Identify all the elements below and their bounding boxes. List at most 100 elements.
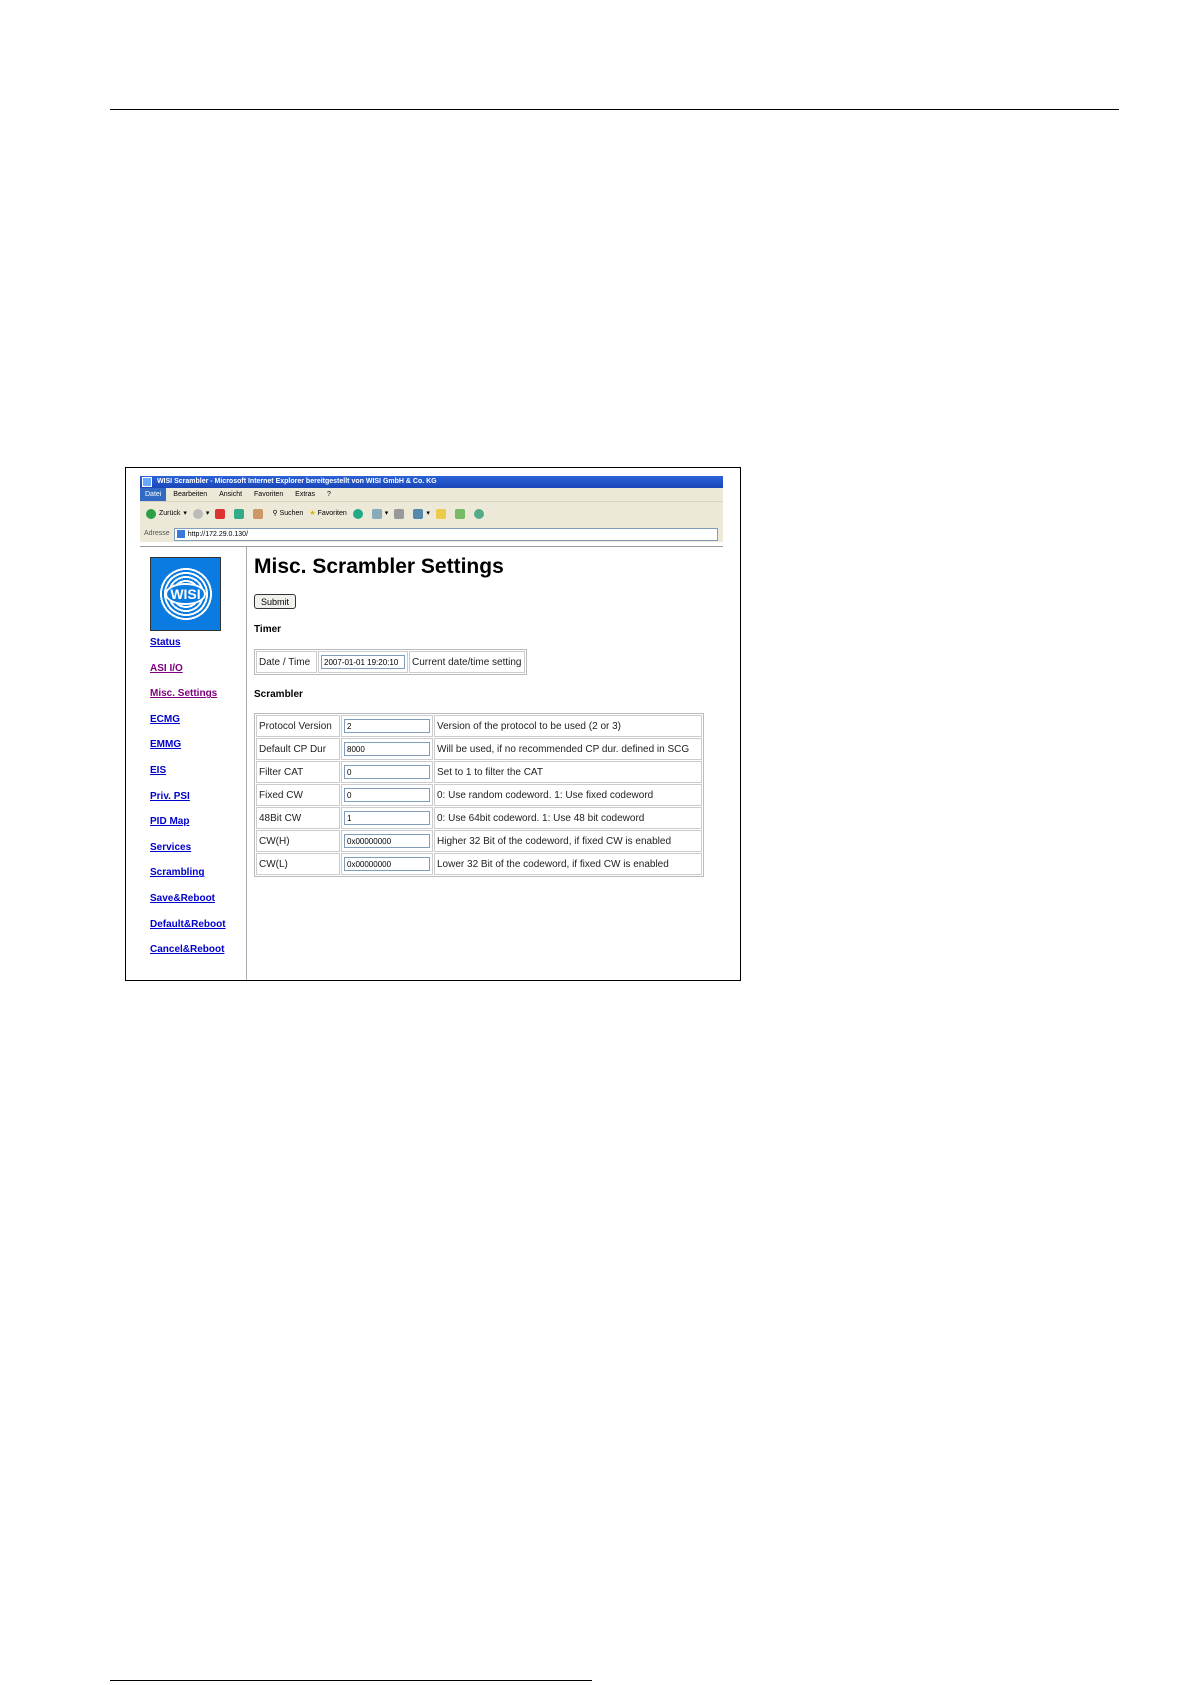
favorites-label: Favoriten <box>317 510 347 517</box>
media-button[interactable] <box>352 506 366 522</box>
48bit-cw-input[interactable] <box>344 811 430 825</box>
submit-button[interactable]: Submit <box>254 594 297 609</box>
print-button[interactable] <box>394 506 407 522</box>
sidebar-item-scrambling[interactable]: Scrambling <box>150 867 204 878</box>
setting-description: Higher 32 Bit of the codeword, if fixed … <box>434 830 702 852</box>
sidebar-item-pid-map[interactable]: PID Map <box>150 816 189 827</box>
scrambler-heading: Scrambler <box>254 689 303 700</box>
history-button[interactable]: ▾ <box>371 506 388 522</box>
menu-item-datei[interactable]: Datei <box>140 488 167 501</box>
stop-icon <box>215 509 226 519</box>
sidebar-item-services[interactable]: Services <box>150 842 191 853</box>
filter-cat-input[interactable] <box>344 765 430 779</box>
setting-label: CW(H) <box>256 830 340 852</box>
table-row: Fixed CW 0: Use random codeword. 1: Use … <box>256 784 702 806</box>
table-row: 48Bit CW 0: Use 64bit codeword. 1: Use 4… <box>256 807 702 829</box>
setting-label: Protocol Version <box>256 715 340 737</box>
sidebar-item-cancel-reboot[interactable]: Cancel&Reboot <box>150 944 224 955</box>
page-bottom-rule <box>110 1680 592 1681</box>
cw-low-input[interactable] <box>344 857 430 871</box>
forward-button[interactable]: ▾ <box>192 506 209 522</box>
star-icon: ★ <box>309 510 316 517</box>
address-url: http://172.29.0.130/ <box>187 530 249 538</box>
menu-item-extras[interactable]: Extras <box>290 488 320 501</box>
sidebar-item-emmg[interactable]: EMMG <box>150 739 181 750</box>
search-button[interactable]: ⚲ Suchen <box>272 506 303 522</box>
sidebar-item-status[interactable]: Status <box>150 637 181 648</box>
research-icon <box>454 509 465 519</box>
discuss-button[interactable] <box>435 506 449 522</box>
timer-label: Date / Time <box>256 651 317 673</box>
back-arrow-icon <box>146 509 156 519</box>
timer-heading: Timer <box>254 624 282 635</box>
address-input[interactable]: http://172.29.0.130/ <box>173 527 718 541</box>
setting-label: Default CP Dur <box>256 738 340 760</box>
note-icon <box>435 509 446 519</box>
page-title: Misc. Scrambler Settings <box>254 555 504 578</box>
print-icon <box>394 509 405 519</box>
window-titlebar: WISI Scrambler - Microsoft Internet Expl… <box>140 476 723 488</box>
address-bar: Adresse http://172.29.0.130/ <box>140 526 723 542</box>
protocol-version-input[interactable] <box>344 719 430 733</box>
menu-item-help[interactable]: ? <box>322 488 336 501</box>
timer-value-cell <box>318 651 408 673</box>
date-time-input[interactable] <box>321 655 405 669</box>
browser-screenshot: WISI Scrambler - Microsoft Internet Expl… <box>125 467 741 981</box>
sidebar-item-eis[interactable]: EIS <box>150 765 166 776</box>
search-label: Suchen <box>279 510 304 517</box>
messenger-icon <box>473 509 484 519</box>
cw-high-input[interactable] <box>344 834 430 848</box>
default-cp-dur-input[interactable] <box>344 742 430 756</box>
page-top-rule <box>110 109 1119 110</box>
stop-button[interactable] <box>215 506 228 522</box>
table-row: Default CP Dur Will be used, if no recom… <box>256 738 702 760</box>
forward-arrow-icon <box>192 509 203 519</box>
page-icon <box>176 530 185 538</box>
table-row: Filter CAT Set to 1 to filter the CAT <box>256 761 702 783</box>
internet-explorer-icon <box>142 477 152 487</box>
fixed-cw-input[interactable] <box>344 788 430 802</box>
timer-table: Date / Time Current date/time setting <box>254 649 527 675</box>
scrambler-table: Protocol Version Version of the protocol… <box>254 713 704 877</box>
messenger-button[interactable] <box>473 506 487 522</box>
research-button[interactable] <box>454 506 468 522</box>
wisi-logo: WISI <box>150 557 221 631</box>
table-row: Protocol Version Version of the protocol… <box>256 715 702 737</box>
setting-description: Set to 1 to filter the CAT <box>434 761 702 783</box>
table-row: Date / Time Current date/time setting <box>256 651 525 673</box>
menu-item-ansicht[interactable]: Ansicht <box>214 488 247 501</box>
table-row: CW(L) Lower 32 Bit of the codeword, if f… <box>256 853 702 875</box>
table-row: CW(H) Higher 32 Bit of the codeword, if … <box>256 830 702 852</box>
menu-item-favoriten[interactable]: Favoriten <box>249 488 288 501</box>
history-icon <box>371 509 382 519</box>
setting-description: Lower 32 Bit of the codeword, if fixed C… <box>434 853 702 875</box>
home-button[interactable] <box>253 506 266 522</box>
setting-label: Fixed CW <box>256 784 340 806</box>
setting-label: CW(L) <box>256 853 340 875</box>
refresh-button[interactable] <box>234 506 247 522</box>
setting-label: 48Bit CW <box>256 807 340 829</box>
sidebar-item-priv-psi[interactable]: Priv. PSI <box>150 791 190 802</box>
sidebar-item-default-reboot[interactable]: Default&Reboot <box>150 919 226 930</box>
chevron-down-icon: ▾ <box>384 510 389 517</box>
logo-text: WISI <box>165 583 206 605</box>
sidebar-item-ecmg[interactable]: ECMG <box>150 714 180 725</box>
main-panel: Misc. Scrambler Settings Submit Timer Da… <box>246 547 723 980</box>
sidebar-item-misc-settings[interactable]: Misc. Settings <box>150 688 217 699</box>
address-label: Adresse <box>144 530 170 537</box>
sidebar-item-save-reboot[interactable]: Save&Reboot <box>150 893 215 904</box>
back-button[interactable]: Zurück ▾ <box>146 506 187 522</box>
favorites-button[interactable]: ★ Favoriten <box>309 506 346 522</box>
sidebar-item-asi-io[interactable]: ASI I/O <box>150 663 183 674</box>
chevron-down-icon: ▾ <box>205 510 210 517</box>
setting-description: 0: Use random codeword. 1: Use fixed cod… <box>434 784 702 806</box>
setting-description: Will be used, if no recommended CP dur. … <box>434 738 702 760</box>
sidebar-nav: Status ASI I/O Misc. Settings ECMG EMMG … <box>150 637 226 970</box>
home-icon <box>253 509 264 519</box>
edit-button[interactable]: ▾ <box>413 506 430 522</box>
menu-item-bearbeiten[interactable]: Bearbeiten <box>168 488 212 501</box>
media-icon <box>352 509 363 519</box>
chevron-down-icon: ▾ <box>183 510 187 517</box>
sidebar: WISI Status ASI I/O Misc. Settings ECMG … <box>140 547 247 980</box>
timer-description: Current date/time setting <box>409 651 525 673</box>
